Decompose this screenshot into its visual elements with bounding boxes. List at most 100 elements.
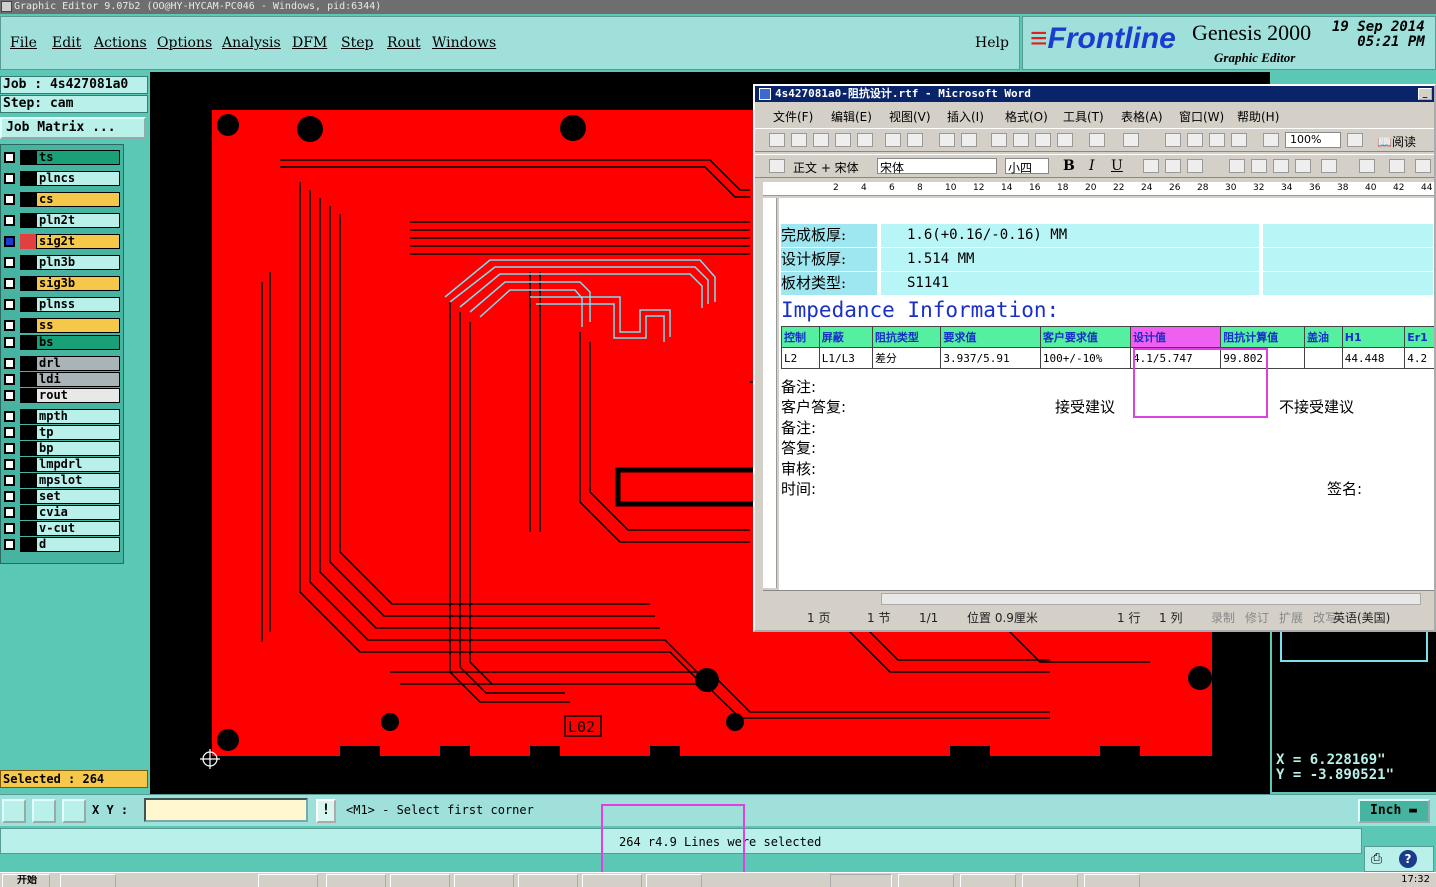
menu-analysis[interactable]: Analysis xyxy=(222,35,281,51)
layer-checkbox[interactable] xyxy=(4,299,15,310)
measure-tool-icon[interactable] xyxy=(32,799,56,823)
layer-row-drl[interactable]: drl xyxy=(2,356,120,371)
layer-color-swatch[interactable] xyxy=(20,521,36,536)
new-doc-icon[interactable] xyxy=(769,133,785,147)
taskbar-app[interactable] xyxy=(582,874,642,887)
layer-name[interactable]: ss xyxy=(36,318,120,333)
layer-row-plnss[interactable]: plnss xyxy=(2,297,120,312)
layer-name[interactable]: pln2t xyxy=(36,213,120,228)
layer-row-mpslot[interactable]: mpslot xyxy=(2,473,120,488)
layer-name[interactable]: lmpdrl xyxy=(36,457,120,472)
layer-checkbox[interactable] xyxy=(4,194,15,205)
menu-rout[interactable]: Rout xyxy=(387,35,421,51)
layer-color-swatch[interactable] xyxy=(20,192,36,207)
layer-name[interactable]: v-cut xyxy=(36,521,120,536)
layer-checkbox[interactable] xyxy=(4,236,15,247)
layer-color-swatch[interactable] xyxy=(20,473,36,488)
layer-checkbox[interactable] xyxy=(4,507,15,518)
layer-color-swatch[interactable] xyxy=(20,150,36,165)
layer-name[interactable]: pln3b xyxy=(36,255,120,270)
document-page[interactable]: 完成板厚: 1.6(+0.16/-0.16) MM 设计板厚: 1.514 MM… xyxy=(779,198,1434,590)
print-preview-icon[interactable] xyxy=(907,133,923,147)
menu-file[interactable]: File xyxy=(10,35,37,51)
layer-name[interactable]: drl xyxy=(36,356,120,371)
layer-checkbox[interactable] xyxy=(4,374,15,385)
print-icon[interactable] xyxy=(885,133,901,147)
layer-row-tp[interactable]: tp xyxy=(2,425,120,440)
word-menu-insert[interactable]: 插入(I) xyxy=(947,108,984,125)
layer-row-d[interactable]: d xyxy=(2,537,120,552)
word-menu-format[interactable]: 格式(O) xyxy=(1005,108,1048,125)
layer-row-cvia[interactable]: cvia xyxy=(2,505,120,520)
layer-color-swatch[interactable] xyxy=(20,297,36,312)
layer-row-rout[interactable]: rout xyxy=(2,388,120,403)
layer-checkbox[interactable] xyxy=(4,539,15,550)
layer-checkbox[interactable] xyxy=(4,257,15,268)
word-menu-window[interactable]: 窗口(W) xyxy=(1179,108,1224,125)
taskbar-app[interactable] xyxy=(1022,874,1078,887)
status-trk[interactable]: 修订 xyxy=(1245,608,1269,628)
layer-name[interactable]: bp xyxy=(36,441,120,456)
cut-icon[interactable] xyxy=(991,133,1007,147)
layer-row-bs[interactable]: bs xyxy=(2,335,120,350)
char-border-icon[interactable] xyxy=(1143,159,1159,173)
layer-name[interactable]: mpth xyxy=(36,409,120,424)
xy-input[interactable] xyxy=(144,798,308,822)
read-mode-button[interactable]: 📖阅读 xyxy=(1377,133,1416,150)
spelling-icon[interactable] xyxy=(939,133,955,147)
layer-color-swatch[interactable] xyxy=(20,457,36,472)
layer-name[interactable]: ts xyxy=(36,150,120,165)
help-icon[interactable] xyxy=(1347,133,1363,147)
styles-icon[interactable] xyxy=(769,159,785,173)
layer-color-swatch[interactable] xyxy=(20,276,36,291)
research-icon[interactable] xyxy=(961,133,977,147)
job-matrix-button[interactable]: Job Matrix ... xyxy=(0,117,146,139)
layer-row-cs[interactable]: cs xyxy=(2,192,120,207)
layer-row-ldi[interactable]: ldi xyxy=(2,372,120,387)
layer-checkbox[interactable] xyxy=(4,491,15,502)
layer-name[interactable]: cs xyxy=(36,192,120,207)
layer-row-sig2t[interactable]: sig2t xyxy=(2,234,120,249)
menu-edit[interactable]: Edit xyxy=(52,35,81,51)
align-left-icon[interactable] xyxy=(1229,159,1245,173)
copy-icon[interactable] xyxy=(1013,133,1029,147)
layer-color-swatch[interactable] xyxy=(20,356,36,371)
layer-color-swatch[interactable] xyxy=(20,372,36,387)
layer-checkbox[interactable] xyxy=(4,459,15,470)
layer-name[interactable]: mpslot xyxy=(36,473,120,488)
layer-row-set[interactable]: set xyxy=(2,489,120,504)
layer-color-swatch[interactable] xyxy=(20,409,36,424)
layer-row-ts[interactable]: ts xyxy=(2,150,120,165)
taskbar-app[interactable] xyxy=(1084,874,1140,887)
align-center-icon[interactable] xyxy=(1251,159,1267,173)
size-select[interactable]: 小四 xyxy=(1005,158,1049,175)
word-menu-table[interactable]: 表格(A) xyxy=(1121,108,1163,125)
layer-row-bp[interactable]: bp xyxy=(2,441,120,456)
layer-checkbox[interactable] xyxy=(4,337,15,348)
layer-checkbox[interactable] xyxy=(4,443,15,454)
layer-row-pln2t[interactable]: pln2t xyxy=(2,213,120,228)
layer-color-swatch[interactable] xyxy=(20,537,36,552)
font-color-icon[interactable] xyxy=(1415,159,1431,173)
save-icon[interactable] xyxy=(813,133,829,147)
layer-color-swatch[interactable] xyxy=(20,255,36,270)
redo-icon[interactable] xyxy=(1123,133,1139,147)
units-selector[interactable]: Inch ▬ xyxy=(1358,799,1430,823)
font-select[interactable]: 宋体 xyxy=(877,158,997,175)
layer-color-swatch[interactable] xyxy=(20,489,36,504)
email-icon[interactable] xyxy=(857,133,873,147)
bold-icon[interactable]: B xyxy=(1063,158,1075,174)
layer-row-lmpdrl[interactable]: lmpdrl xyxy=(2,457,120,472)
hyperlink-icon[interactable] xyxy=(1165,133,1181,147)
paste-icon[interactable] xyxy=(1035,133,1051,147)
layer-row-sig3b[interactable]: sig3b xyxy=(2,276,120,291)
horizontal-scrollbar[interactable] xyxy=(763,590,1434,606)
layer-color-swatch[interactable] xyxy=(20,171,36,186)
layer-color-swatch[interactable] xyxy=(20,318,36,333)
printer-icon[interactable]: ⎙ xyxy=(1371,851,1382,867)
menu-help[interactable]: Help xyxy=(975,35,1009,51)
exclamation-button[interactable]: ! xyxy=(316,799,336,823)
layer-color-swatch[interactable] xyxy=(20,388,36,403)
excel-icon[interactable] xyxy=(1231,133,1247,147)
layer-checkbox[interactable] xyxy=(4,152,15,163)
